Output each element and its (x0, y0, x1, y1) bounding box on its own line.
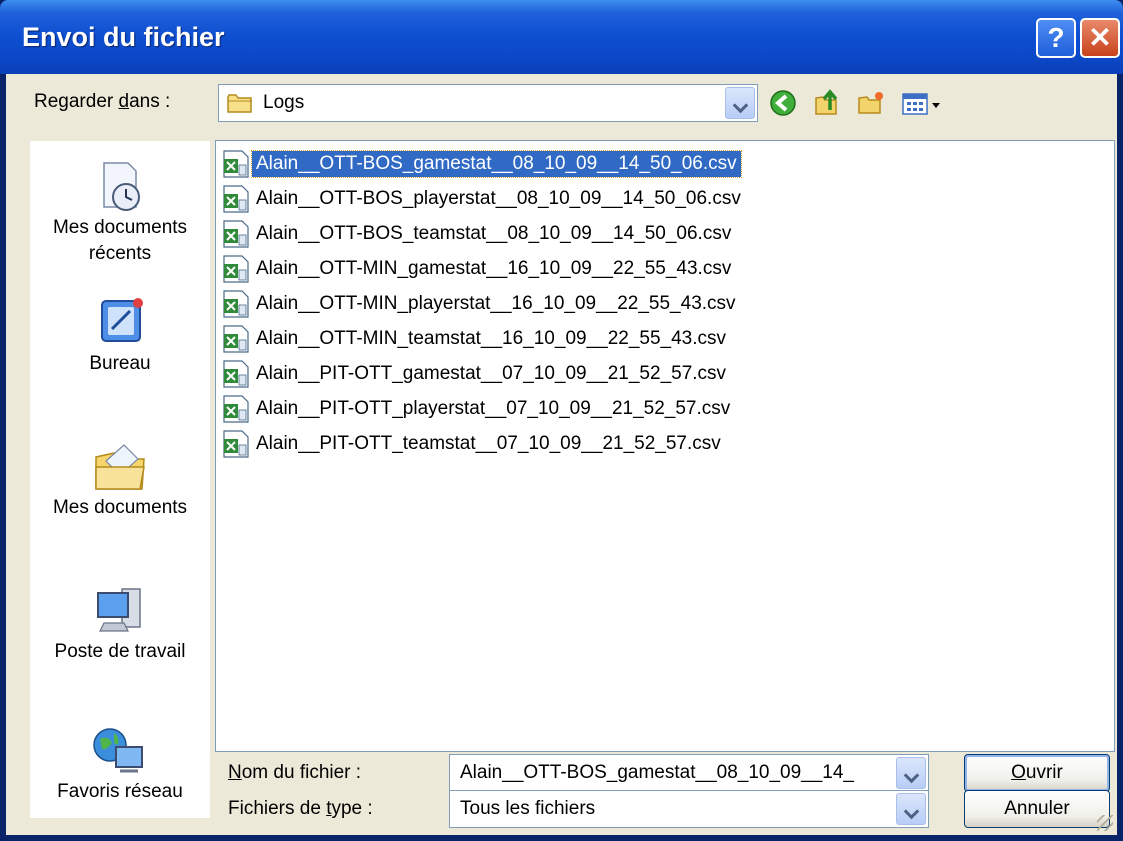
recent-documents-icon (103, 162, 140, 211)
file-list[interactable]: Alain__OTT-BOS_gamestat__08_10_09__14_50… (215, 140, 1115, 752)
file-row[interactable]: Alain__OTT-BOS_playerstat__08_10_09__14_… (220, 184, 745, 214)
csv-file-icon (220, 184, 252, 214)
place-network[interactable]: Favoris réseau (30, 723, 210, 805)
csv-file-icon (220, 149, 252, 179)
resize-grip[interactable] (1097, 815, 1113, 831)
dialog-title: Envoi du fichier (22, 22, 225, 52)
csv-file-icon (220, 359, 252, 389)
file-name: Alain__OTT-MIN_gamestat__16_10_09__22_55… (256, 258, 732, 279)
file-row[interactable]: Alain__PIT-OTT_teamstat__07_10_09__21_52… (220, 429, 725, 459)
csv-file-icon (223, 290, 249, 318)
title-bar[interactable]: Envoi du fichier ? ✕ (0, 0, 1123, 74)
csv-file-icon (220, 394, 252, 424)
csv-file-icon (223, 430, 249, 458)
file-name: Alain__OTT-MIN_playerstat__16_10_09__22_… (256, 293, 736, 314)
look-in-dropdown-button[interactable] (725, 87, 755, 119)
csv-file-icon (223, 185, 249, 213)
file-name: Alain__OTT-BOS_gamestat__08_10_09__14_50… (251, 150, 742, 178)
file-name: Alain__OTT-MIN_teamstat__16_10_09__22_55… (256, 328, 727, 349)
file-row[interactable]: Alain__OTT-MIN_playerstat__16_10_09__22_… (220, 289, 740, 319)
look-in-label: Regarder dans : (34, 91, 171, 112)
csv-file-icon (223, 395, 249, 423)
file-name: Alain__PIT-OTT_teamstat__07_10_09__21_52… (256, 433, 721, 454)
my-computer-icon (97, 588, 141, 632)
place-my-computer[interactable]: Poste de travail (30, 583, 210, 665)
place-my-documents[interactable]: Mes documents (30, 439, 210, 521)
filename-input[interactable]: Alain__OTT-BOS_gamestat__08_10_09__14_ (449, 754, 929, 792)
my-documents-icon (95, 444, 145, 490)
dialog-body: Regarder dans : Logs Mes documents récen… (6, 74, 1117, 835)
new-folder-icon[interactable] (856, 88, 886, 118)
network-places-icon (93, 728, 143, 773)
filename-label: Nom du fichier : (228, 762, 362, 783)
close-icon: ✕ (1088, 22, 1112, 53)
file-open-dialog: Envoi du fichier ? ✕ Regarder dans : Log… (0, 0, 1123, 841)
filetype-select[interactable]: Tous les fichiers (449, 790, 929, 828)
filename-dropdown-button[interactable] (896, 757, 926, 789)
csv-file-icon (223, 220, 249, 248)
file-row[interactable]: Alain__PIT-OTT_gamestat__07_10_09__21_52… (220, 359, 730, 389)
file-row[interactable]: Alain__OTT-BOS_gamestat__08_10_09__14_50… (220, 149, 742, 179)
place-recent-documents[interactable]: Mes documents récents (30, 159, 210, 267)
csv-file-icon (220, 324, 252, 354)
file-row[interactable]: Alain__OTT-MIN_gamestat__16_10_09__22_55… (220, 254, 735, 284)
file-row[interactable]: Alain__OTT-MIN_teamstat__16_10_09__22_55… (220, 324, 730, 354)
csv-file-icon (220, 289, 252, 319)
back-icon[interactable] (768, 88, 798, 118)
filename-value: Alain__OTT-BOS_gamestat__08_10_09__14_ (460, 762, 854, 783)
csv-file-icon (223, 255, 249, 283)
csv-file-icon (223, 150, 249, 178)
look-in-dropdown[interactable]: Logs (218, 84, 758, 122)
place-desktop[interactable]: Bureau (30, 295, 210, 377)
csv-file-icon (220, 429, 252, 459)
filetype-value: Tous les fichiers (460, 798, 596, 819)
csv-file-icon (223, 360, 249, 388)
file-name: Alain__OTT-BOS_teamstat__08_10_09__14_50… (256, 223, 732, 244)
file-name: Alain__PIT-OTT_playerstat__07_10_09__21_… (256, 398, 731, 419)
file-row[interactable]: Alain__PIT-OTT_playerstat__07_10_09__21_… (220, 394, 734, 424)
help-button[interactable]: ? (1036, 18, 1076, 58)
file-row[interactable]: Alain__OTT-BOS_teamstat__08_10_09__14_50… (220, 219, 735, 249)
csv-file-icon (220, 254, 252, 284)
up-folder-icon[interactable] (812, 88, 842, 118)
filetype-dropdown-button[interactable] (896, 793, 926, 825)
file-name: Alain__PIT-OTT_gamestat__07_10_09__21_52… (256, 363, 727, 384)
open-button[interactable]: Ouvrir (964, 754, 1110, 792)
view-menu-icon[interactable] (900, 88, 944, 118)
look-in-value: Logs (263, 92, 305, 113)
csv-file-icon (223, 325, 249, 353)
file-name: Alain__OTT-BOS_playerstat__08_10_09__14_… (256, 188, 741, 209)
desktop-icon (101, 298, 143, 342)
close-button[interactable]: ✕ (1080, 18, 1120, 58)
filetype-label: Fichiers de type : (228, 798, 373, 819)
folder-icon (227, 94, 252, 113)
cancel-button[interactable]: Annuler (964, 790, 1110, 828)
csv-file-icon (220, 219, 252, 249)
places-bar: Mes documents récents Bureau Mes documen… (30, 141, 210, 818)
